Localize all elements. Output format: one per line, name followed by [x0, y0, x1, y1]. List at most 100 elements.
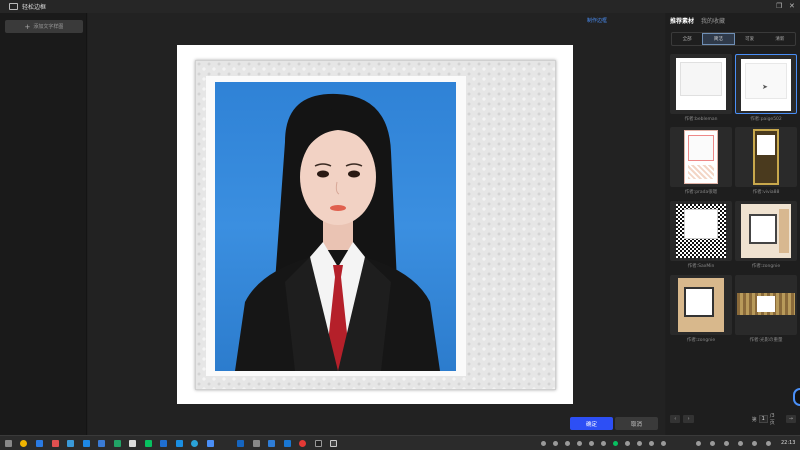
preview-canvas	[177, 45, 573, 404]
prev-page-button[interactable]: ‹	[670, 415, 681, 423]
right-panel: 推荐素材 我的收藏 全部 简洁 可爱 清新 作者:bebleman ➤ 作者:p…	[666, 13, 800, 435]
template-author: 作者:zongnie	[751, 264, 781, 269]
app-icon[interactable]	[160, 440, 167, 447]
tray-icon[interactable]	[752, 441, 757, 446]
template-author: 作者:bebleman	[684, 117, 718, 122]
app-icon[interactable]	[253, 440, 260, 447]
template-author: 作者:paige502	[750, 117, 782, 122]
tray-icon[interactable]	[589, 441, 594, 446]
tray-icon[interactable]	[601, 441, 606, 446]
tray-icon[interactable]	[577, 441, 582, 446]
template-author: 作者:光影の重量	[749, 338, 783, 343]
app-icon[interactable]	[268, 440, 275, 447]
template-card[interactable]: ➤ 作者:paige502	[735, 54, 797, 122]
page-total: /3 页	[769, 412, 775, 426]
wechat-icon[interactable]	[145, 440, 152, 447]
restore-icon[interactable]: ❐	[776, 2, 782, 11]
filter-cute[interactable]: 可爱	[735, 33, 765, 45]
tab-favorites[interactable]: 我的收藏	[701, 16, 725, 25]
tray-icon[interactable]	[541, 441, 546, 446]
pagination: ‹ › 第 1 /3 页 →	[670, 412, 796, 426]
tray-icon[interactable]	[661, 441, 666, 446]
app-icon[interactable]	[284, 440, 291, 447]
title-bar: 轻松边框 ❐ ✕	[0, 0, 800, 13]
template-thumbnail	[735, 275, 797, 335]
template-thumbnail	[670, 201, 732, 261]
template-card[interactable]: 作者:vivia88	[735, 127, 797, 195]
add-text-label: 添加文字样图	[33, 24, 64, 30]
taskbar-clock: 22:13	[781, 440, 796, 446]
filter-simple[interactable]: 简洁	[702, 33, 735, 45]
tab-recommended[interactable]: 推荐素材	[670, 16, 694, 25]
app-icon[interactable]	[98, 440, 105, 447]
template-card[interactable]: 作者:zongnie	[670, 275, 732, 343]
word-icon[interactable]	[237, 440, 244, 447]
template-author: 作者:prada很嗯	[684, 190, 718, 195]
next-page-button[interactable]: ›	[683, 415, 694, 423]
page-number-input[interactable]: 1	[758, 415, 768, 423]
template-thumbnail	[670, 275, 732, 335]
app-icon[interactable]	[36, 440, 43, 447]
window-title: 轻松边框	[22, 4, 47, 11]
tray-icon[interactable]	[738, 441, 743, 446]
app-icon[interactable]	[67, 440, 74, 447]
app-icon[interactable]	[83, 440, 90, 447]
go-page-button[interactable]: →	[785, 415, 796, 423]
template-card[interactable]: 作者:prada很嗯	[670, 127, 732, 195]
app-icon[interactable]	[299, 440, 306, 447]
plus-icon: +	[24, 22, 31, 31]
app-icon[interactable]	[207, 440, 214, 447]
template-thumbnail	[670, 127, 732, 187]
material-tabs: 推荐素材 我的收藏	[670, 16, 725, 25]
add-text-button[interactable]: + 添加文字样图	[5, 20, 83, 33]
filter-all[interactable]: 全部	[672, 33, 702, 45]
template-card[interactable]: 作者:光影の重量	[735, 275, 797, 343]
template-thumbnail	[670, 54, 732, 114]
tray-icon[interactable]	[766, 441, 771, 446]
template-card[interactable]: 作者:bebleman	[670, 54, 732, 122]
template-card[interactable]: 作者:SaxMin	[670, 201, 732, 269]
tray-icon[interactable]	[565, 441, 570, 446]
app-icon[interactable]	[315, 440, 322, 447]
template-author: 作者:zongnie	[686, 338, 716, 343]
app-logo-icon	[9, 3, 18, 10]
close-icon[interactable]: ✕	[789, 2, 795, 11]
template-author: 作者:SaxMin	[687, 264, 715, 269]
active-app-icon[interactable]	[330, 440, 337, 447]
edge-icon[interactable]	[191, 440, 198, 447]
wechat-tray-icon[interactable]	[613, 441, 618, 446]
volume-icon[interactable]	[710, 441, 715, 446]
tray-icon[interactable]	[625, 441, 630, 446]
tray-icon[interactable]	[637, 441, 642, 446]
network-icon[interactable]	[696, 441, 701, 446]
taskbar: 22:13	[0, 435, 800, 450]
cancel-button[interactable]: 取消	[615, 417, 658, 430]
edit-border-link[interactable]: 制作边框	[587, 17, 607, 24]
style-filter-bar: 全部 简洁 可爱 清新	[671, 32, 796, 46]
tray-icon[interactable]	[649, 441, 654, 446]
template-author: 作者:vivia88	[752, 190, 780, 195]
excel-icon[interactable]	[114, 440, 121, 447]
confirm-button[interactable]: 确定	[570, 417, 613, 430]
template-thumbnail	[735, 201, 797, 261]
portrait-photo	[215, 82, 456, 371]
chrome-icon[interactable]	[20, 440, 27, 447]
cursor-icon: ➤	[762, 83, 768, 91]
app-icon[interactable]	[176, 440, 183, 447]
template-thumbnail: ➤	[735, 54, 797, 114]
left-panel: + 添加文字样图	[0, 13, 87, 435]
canvas-area: 制作边框 确定 取消	[88, 13, 665, 435]
template-card[interactable]: 作者:zongnie	[735, 201, 797, 269]
filter-fresh[interactable]: 清新	[765, 33, 795, 45]
app-icon[interactable]	[52, 440, 59, 447]
border-frame	[195, 60, 556, 390]
tray-icon[interactable]	[724, 441, 729, 446]
app-icon[interactable]	[129, 440, 136, 447]
tray-icon[interactable]	[553, 441, 558, 446]
template-thumbnail	[735, 127, 797, 187]
start-icon[interactable]	[5, 440, 12, 447]
app-window: 轻松边框 ❐ ✕ + 添加文字样图 制作边框 确定 取消 推荐素材 我的收藏 全…	[0, 0, 800, 450]
side-panel-handle[interactable]	[793, 388, 800, 406]
page-prefix: 第	[751, 416, 757, 423]
photo-mat	[206, 76, 466, 376]
